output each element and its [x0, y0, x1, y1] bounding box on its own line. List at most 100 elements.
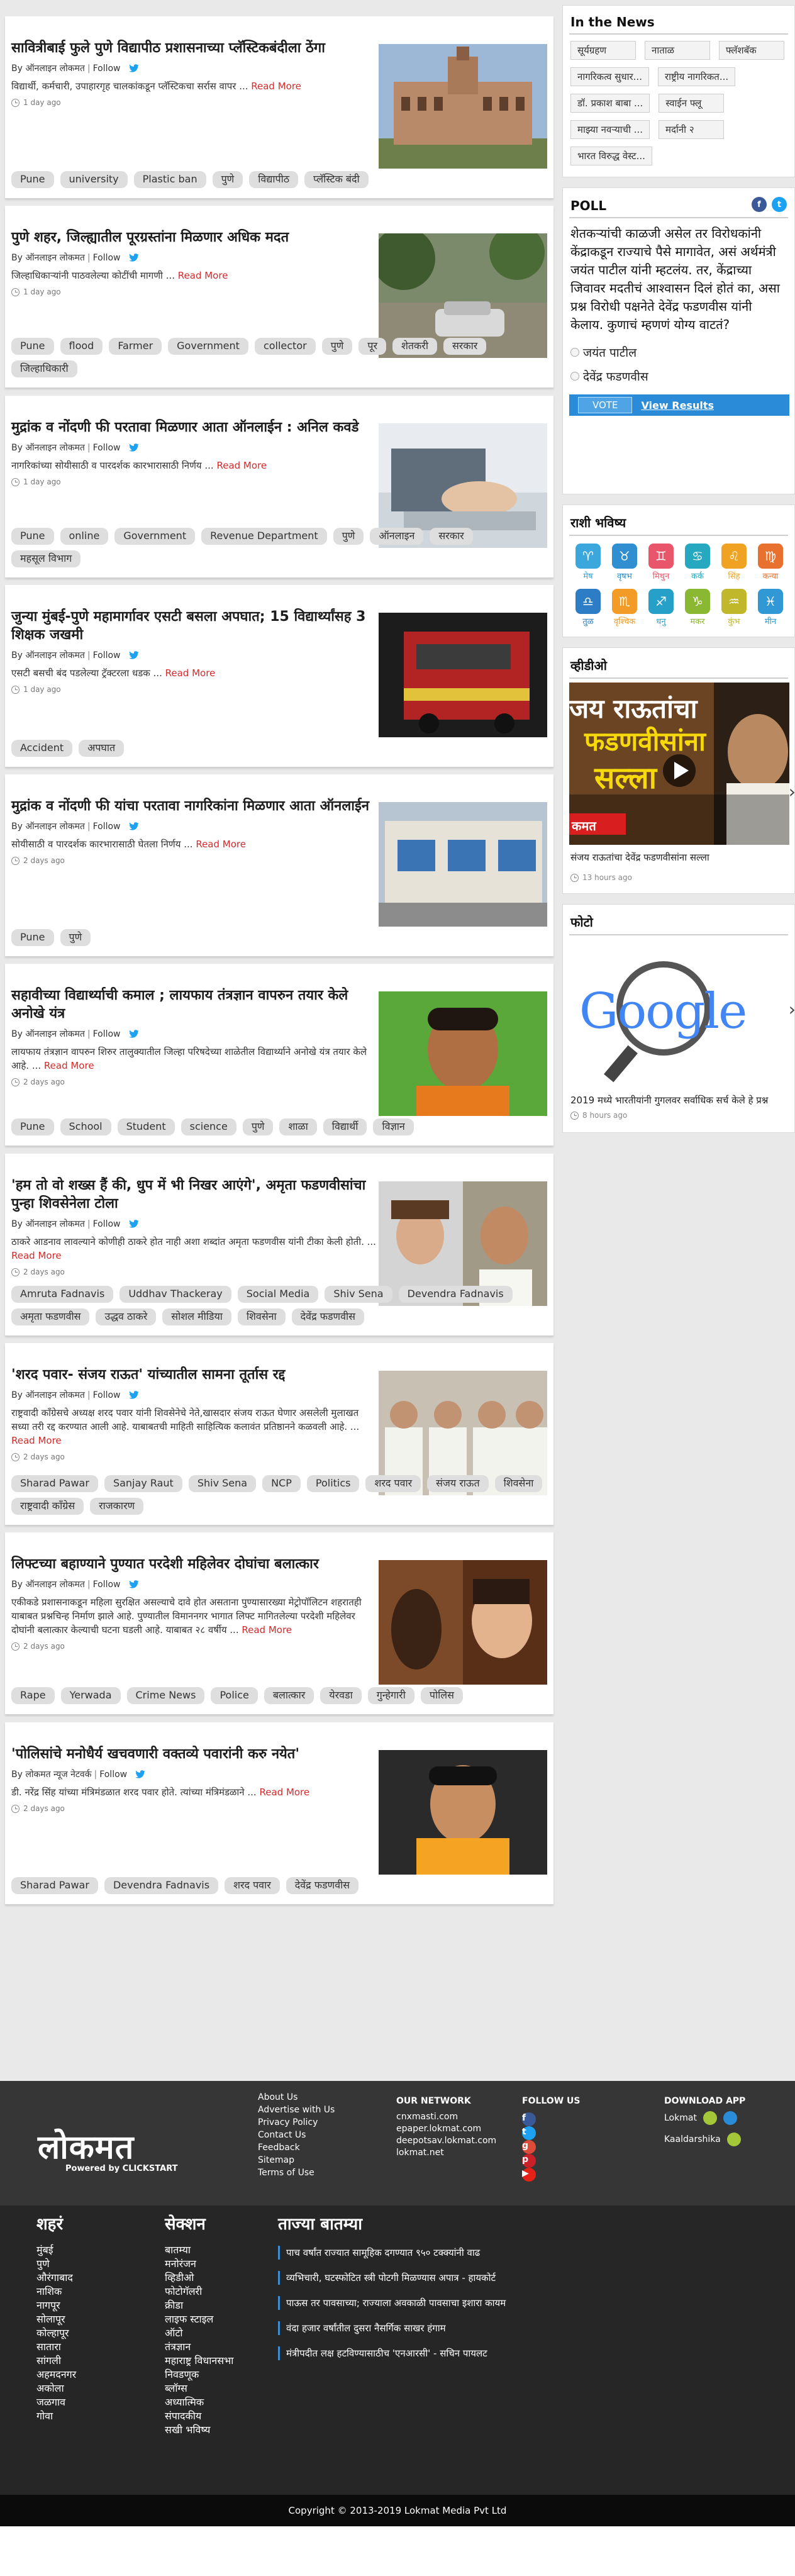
read-more-link[interactable]: Read More: [216, 460, 267, 471]
tag-chip[interactable]: संजय राऊत: [427, 1475, 489, 1492]
twitter-icon[interactable]: t: [772, 197, 787, 212]
tag-chip[interactable]: Shiv Sena: [188, 1475, 257, 1492]
tag-chip[interactable]: राजकारण: [90, 1498, 144, 1515]
tag-chip[interactable]: flood: [60, 338, 103, 355]
tag-chip[interactable]: Sharad Pawar: [11, 1877, 98, 1894]
tag-chip[interactable]: पुणे: [333, 528, 364, 545]
city-link[interactable]: सातारा: [36, 2340, 76, 2354]
network-link[interactable]: deepotsav.lokmat.com: [396, 2135, 496, 2147]
read-more-link[interactable]: Read More: [242, 1624, 292, 1636]
article-thumbnail[interactable]: [379, 613, 547, 737]
tag-chip[interactable]: Pune: [11, 171, 54, 188]
photo-thumbnail[interactable]: Google: [569, 939, 789, 1088]
read-more-link[interactable]: Read More: [251, 81, 301, 92]
follow-link[interactable]: Follow: [93, 1580, 121, 1590]
twitter-icon[interactable]: [128, 64, 140, 73]
tag-chip[interactable]: Sanjay Raut: [104, 1475, 182, 1492]
tag-chip[interactable]: राष्ट्रवादी काँग्रेस: [11, 1498, 84, 1515]
tag-chip[interactable]: collector: [254, 338, 316, 355]
view-results-link[interactable]: View Results: [641, 399, 714, 411]
section-link[interactable]: संपादकीय: [165, 2409, 265, 2423]
section-link[interactable]: ब्लॉग्स: [165, 2382, 265, 2395]
android-icon[interactable]: [726, 2133, 741, 2146]
tag-chip[interactable]: पुणे: [212, 171, 243, 188]
tag-chip[interactable]: Amruta Fadnavis: [11, 1286, 114, 1303]
article-title[interactable]: 'पोलिसांचे मनोधैर्य खचवणारी वक्तव्ये पवा…: [11, 1745, 376, 1763]
tag-chip[interactable]: online: [60, 528, 109, 545]
city-link[interactable]: गोवा: [36, 2409, 76, 2423]
zodiac-item[interactable]: ♋ कर्क: [681, 544, 714, 581]
article-thumbnail[interactable]: [379, 1560, 547, 1685]
zodiac-item[interactable]: ♏ वृश्चिक: [608, 589, 641, 627]
tag-chip[interactable]: Government: [168, 338, 248, 355]
latest-news-item[interactable]: वंदा हजार वर्षांतील दुसरा नैसर्गिक साखर …: [278, 2321, 542, 2335]
twitter-icon[interactable]: [128, 1219, 140, 1229]
tag-chip[interactable]: Politics: [306, 1475, 360, 1492]
tag-chip[interactable]: Devendra Fadnavis: [398, 1286, 513, 1303]
tag-chip[interactable]: शरद पवार: [225, 1877, 280, 1894]
tag-chip[interactable]: शरद पवार: [365, 1475, 421, 1492]
tag-chip[interactable]: पुणे: [60, 929, 91, 946]
tag-chip[interactable]: शेतकरी: [392, 338, 437, 355]
section-link[interactable]: महाराष्ट्र विधानसभा निवडणूक: [165, 2354, 265, 2382]
app-kaaldarshika[interactable]: Kaaldarshika: [664, 2133, 745, 2146]
author-name[interactable]: By ऑनलाइन लोकमत: [11, 62, 85, 74]
tag-chip[interactable]: विद्यार्थी: [323, 1118, 367, 1135]
zodiac-item[interactable]: ♉ वृषभ: [608, 544, 641, 581]
author-name[interactable]: By ऑनलाइन लोकमत: [11, 1578, 85, 1590]
tag-chip[interactable]: गुन्हेगारी: [367, 1687, 414, 1704]
city-link[interactable]: जळगाव: [36, 2395, 76, 2409]
article-title[interactable]: 'शरद पवार- संजय राऊत' यांच्यातील सामना त…: [11, 1366, 376, 1384]
tag-chip[interactable]: विद्यापीठ: [249, 171, 299, 188]
tag-chip[interactable]: बलात्कार: [264, 1687, 314, 1704]
tag-chip[interactable]: शिवसेना: [237, 1308, 286, 1325]
article-thumbnail[interactable]: [379, 1750, 547, 1875]
tag-chip[interactable]: Student: [117, 1118, 175, 1135]
zodiac-item[interactable]: ♓ मीन: [754, 589, 787, 627]
network-link[interactable]: epaper.lokmat.com: [396, 2123, 496, 2135]
youtube-icon[interactable]: ▶: [522, 2168, 536, 2182]
poll-option[interactable]: जयंत पाटील: [563, 338, 794, 362]
follow-link[interactable]: Follow: [93, 1029, 121, 1039]
tag-chip[interactable]: ऑनलाइन: [370, 528, 424, 545]
follow-link[interactable]: Follow: [99, 1770, 127, 1780]
city-link[interactable]: कोल्हापूर: [36, 2326, 76, 2340]
next-arrow-icon[interactable]: ›: [789, 999, 795, 1020]
network-link[interactable]: cnxmasti.com: [396, 2111, 496, 2123]
zodiac-item[interactable]: ♒ कुंभ: [718, 589, 750, 627]
article-title[interactable]: जुन्या मुंबई-पुणे महामार्गावर एसटी बसला …: [11, 608, 376, 644]
city-link[interactable]: औरंगाबाद: [36, 2271, 76, 2285]
tag-chip[interactable]: देवेंद्र फडणवीस: [291, 1308, 364, 1325]
article-thumbnail[interactable]: [379, 802, 547, 927]
footer-link[interactable]: Contact Us: [258, 2130, 335, 2141]
tag-chip[interactable]: Sharad Pawar: [11, 1475, 98, 1492]
news-tag[interactable]: राष्ट्रीय नागरिकत...: [657, 67, 736, 86]
read-more-link[interactable]: Read More: [11, 1250, 62, 1261]
tag-chip[interactable]: येरवडा: [320, 1687, 362, 1704]
news-tag[interactable]: नाताळ: [645, 41, 710, 60]
tag-chip[interactable]: Pune: [11, 1118, 54, 1135]
latest-news-item[interactable]: पाच वर्षांत राज्यात सामूहिक दगण्यात ९५० …: [278, 2246, 542, 2260]
tag-chip[interactable]: शिवसेना: [494, 1475, 543, 1492]
article-title[interactable]: लिफ्टच्या बहाण्याने पुण्यात परदेशी महिले…: [11, 1555, 376, 1573]
section-link[interactable]: अध्यात्मिक: [165, 2395, 265, 2409]
network-link[interactable]: lokmat.net: [396, 2147, 496, 2159]
zodiac-item[interactable]: ♌ सिंह: [718, 544, 750, 581]
tag-chip[interactable]: विज्ञान: [373, 1118, 414, 1135]
pinterest-icon[interactable]: p: [522, 2154, 536, 2168]
radio-button[interactable]: [570, 348, 579, 357]
article-title[interactable]: मुद्रांक व नोंदणी फी यांचा परतावा नागरिक…: [11, 797, 376, 815]
tag-chip[interactable]: Government: [114, 528, 196, 545]
twitter-icon[interactable]: [128, 1029, 140, 1039]
article-title[interactable]: मुद्रांक व नोंदणी फी परतावा मिळणार आता ऑ…: [11, 418, 376, 437]
read-more-link[interactable]: Read More: [44, 1060, 94, 1071]
read-more-link[interactable]: Read More: [165, 667, 216, 679]
twitter-icon[interactable]: [128, 443, 140, 452]
zodiac-item[interactable]: ♈ मेष: [572, 544, 604, 581]
tag-chip[interactable]: Yerwada: [60, 1687, 121, 1704]
twitter-icon[interactable]: t: [522, 2126, 536, 2140]
android-icon[interactable]: [703, 2111, 717, 2125]
tag-chip[interactable]: महसूल विभाग: [11, 550, 81, 567]
section-link[interactable]: फोटोगॅलरी: [165, 2285, 265, 2299]
latest-news-item[interactable]: व्यभिचारी, घटस्फोटित स्त्री पोटगी मिळण्य…: [278, 2271, 542, 2285]
